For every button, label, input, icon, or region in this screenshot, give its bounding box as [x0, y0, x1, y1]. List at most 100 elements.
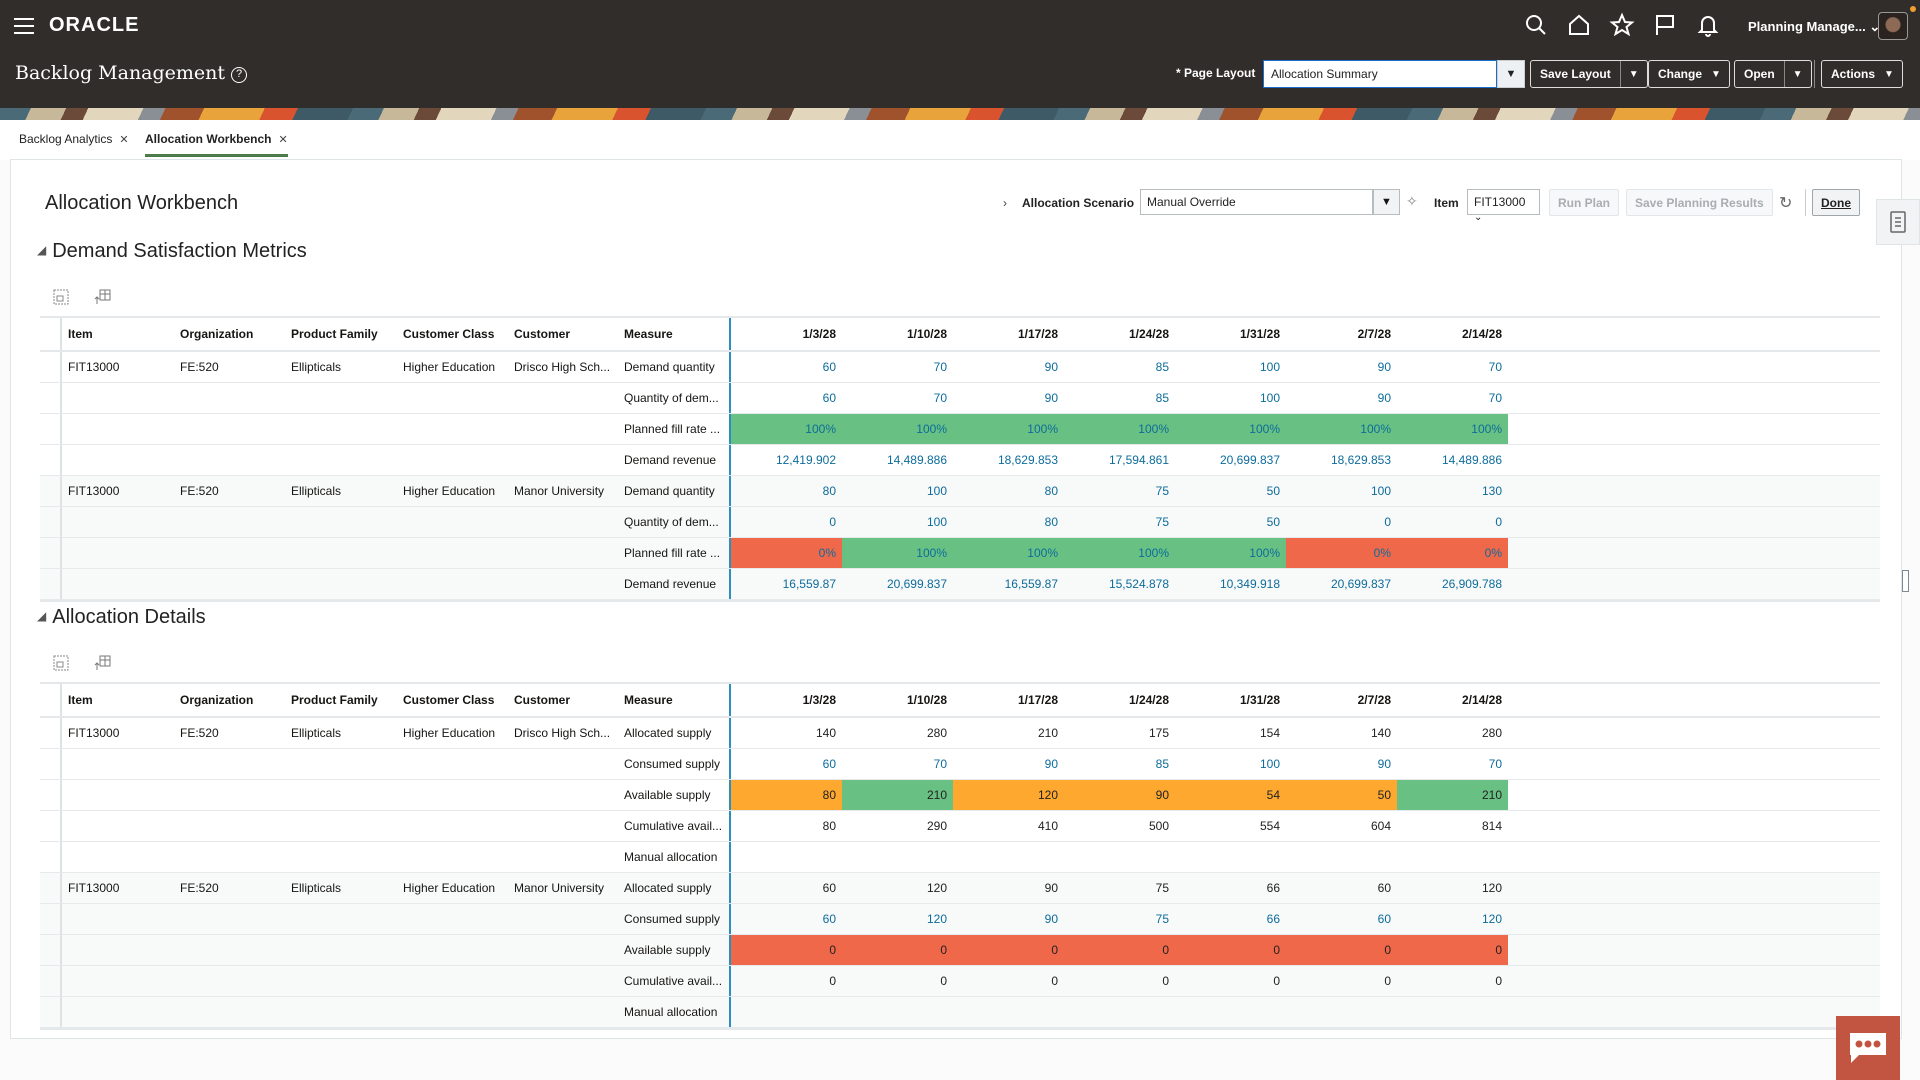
page-layout-input[interactable]: Allocation Summary: [1263, 60, 1497, 88]
date-column-header[interactable]: 1/24/28: [1064, 318, 1175, 350]
item-select[interactable]: FIT13000 ⌄: [1467, 189, 1540, 223]
value-cell[interactable]: 90: [953, 383, 1064, 413]
value-cell[interactable]: [1286, 997, 1397, 1027]
value-cell[interactable]: 18,629.853: [953, 445, 1064, 475]
value-cell[interactable]: 14,489.886: [842, 445, 953, 475]
row-gutter[interactable]: [40, 935, 62, 965]
value-cell[interactable]: 10,349.918: [1175, 569, 1286, 599]
row-gutter[interactable]: [40, 749, 62, 779]
value-cell[interactable]: 18,629.853: [1286, 445, 1397, 475]
user-menu[interactable]: Planning Manage... ⌄: [1748, 19, 1880, 35]
value-cell[interactable]: 26,909.788: [1397, 569, 1508, 599]
value-cell[interactable]: [1175, 997, 1286, 1027]
value-cell[interactable]: 100: [842, 476, 953, 506]
value-cell[interactable]: [1064, 842, 1175, 872]
value-cell[interactable]: 90: [953, 352, 1064, 382]
value-cell[interactable]: 90: [953, 749, 1064, 779]
value-cell[interactable]: 75: [1064, 507, 1175, 537]
collapse-triangle-icon[interactable]: ◢: [37, 609, 46, 623]
date-column-header[interactable]: 2/7/28: [1286, 684, 1397, 716]
date-column-header[interactable]: 2/7/28: [1286, 318, 1397, 350]
row-gutter[interactable]: [40, 904, 62, 934]
avatar[interactable]: [1878, 12, 1908, 40]
panel-splitter-handle[interactable]: [1902, 570, 1909, 592]
date-column-header[interactable]: 1/24/28: [1064, 684, 1175, 716]
column-header[interactable]: Customer: [508, 684, 618, 716]
value-cell[interactable]: [842, 997, 953, 1027]
value-cell[interactable]: 60: [1286, 904, 1397, 934]
value-cell[interactable]: 16,559.87: [953, 569, 1064, 599]
value-cell[interactable]: [1064, 997, 1175, 1027]
value-cell[interactable]: 16,559.87: [731, 569, 842, 599]
column-header[interactable]: Organization: [174, 684, 285, 716]
value-cell[interactable]: 90: [1286, 749, 1397, 779]
value-cell[interactable]: 100: [842, 507, 953, 537]
value-cell[interactable]: [953, 842, 1064, 872]
allocation-scenario-dropdown-button[interactable]: ▼: [1373, 189, 1400, 215]
menu-icon[interactable]: [14, 18, 34, 34]
date-column-header[interactable]: 1/3/28: [731, 684, 842, 716]
row-gutter[interactable]: [40, 842, 62, 872]
value-cell[interactable]: 100: [1175, 749, 1286, 779]
value-cell[interactable]: 0: [1286, 507, 1397, 537]
value-cell[interactable]: 90: [1286, 383, 1397, 413]
value-cell[interactable]: 80: [731, 476, 842, 506]
date-column-header[interactable]: 1/17/28: [953, 318, 1064, 350]
expand-table-icon[interactable]: [52, 654, 70, 672]
row-gutter[interactable]: [40, 780, 62, 810]
oracle-logo[interactable]: ORACLE: [49, 14, 139, 37]
expand-table-icon[interactable]: [52, 288, 70, 306]
tab-backlog-analytics[interactable]: Backlog Analytics ✕: [19, 132, 129, 154]
value-cell[interactable]: 85: [1064, 352, 1175, 382]
value-cell[interactable]: 0%: [731, 538, 842, 568]
tools-icon[interactable]: ✧: [1406, 193, 1418, 210]
date-column-header[interactable]: 2/14/28: [1397, 684, 1508, 716]
run-plan-button[interactable]: Run Plan: [1549, 189, 1620, 216]
column-header[interactable]: Measure: [618, 318, 729, 350]
value-cell[interactable]: 100%: [1286, 414, 1397, 444]
chevron-right-icon[interactable]: ›: [1003, 196, 1007, 210]
favorites-star-icon[interactable]: [1609, 12, 1635, 38]
value-cell[interactable]: 100: [1175, 383, 1286, 413]
value-cell[interactable]: 20,699.837: [842, 569, 953, 599]
value-cell[interactable]: 66: [1175, 904, 1286, 934]
date-column-header[interactable]: 1/10/28: [842, 684, 953, 716]
refresh-icon[interactable]: ↻: [1779, 193, 1792, 213]
row-gutter[interactable]: [40, 507, 62, 537]
value-cell[interactable]: 0: [1397, 507, 1508, 537]
row-gutter[interactable]: [40, 718, 62, 748]
row-gutter[interactable]: [40, 997, 62, 1027]
date-column-header[interactable]: 2/14/28: [1397, 318, 1508, 350]
value-cell[interactable]: [731, 842, 842, 872]
row-gutter[interactable]: [40, 352, 62, 382]
value-cell[interactable]: 60: [731, 352, 842, 382]
column-header[interactable]: Item: [62, 318, 174, 350]
value-cell[interactable]: 100%: [1175, 538, 1286, 568]
column-header[interactable]: Product Family: [285, 318, 397, 350]
notifications-bell-icon[interactable]: [1695, 12, 1721, 38]
value-cell[interactable]: 100%: [1064, 538, 1175, 568]
search-icon[interactable]: [1523, 12, 1549, 38]
value-cell[interactable]: 120: [842, 904, 953, 934]
value-cell[interactable]: 100: [1286, 476, 1397, 506]
value-cell[interactable]: 15,524.878: [1064, 569, 1175, 599]
allocation-scenario-input[interactable]: Manual Override: [1140, 189, 1373, 215]
value-cell[interactable]: 50: [1175, 476, 1286, 506]
value-cell[interactable]: 0%: [1397, 538, 1508, 568]
value-cell[interactable]: 80: [953, 507, 1064, 537]
open-button[interactable]: Open ▼: [1734, 60, 1812, 88]
value-cell[interactable]: 70: [1397, 749, 1508, 779]
value-cell[interactable]: 100%: [842, 414, 953, 444]
tab-allocation-workbench[interactable]: Allocation Workbench ✕: [145, 132, 288, 157]
row-gutter[interactable]: [40, 476, 62, 506]
value-cell[interactable]: 50: [1175, 507, 1286, 537]
change-button[interactable]: Change ▼: [1648, 60, 1730, 88]
value-cell[interactable]: [731, 997, 842, 1027]
value-cell[interactable]: 85: [1064, 383, 1175, 413]
save-planning-results-button[interactable]: Save Planning Results: [1626, 189, 1773, 216]
row-gutter[interactable]: [40, 538, 62, 568]
date-column-header[interactable]: 1/31/28: [1175, 318, 1286, 350]
value-cell[interactable]: 60: [731, 749, 842, 779]
value-cell[interactable]: 85: [1064, 749, 1175, 779]
value-cell[interactable]: 0: [731, 507, 842, 537]
